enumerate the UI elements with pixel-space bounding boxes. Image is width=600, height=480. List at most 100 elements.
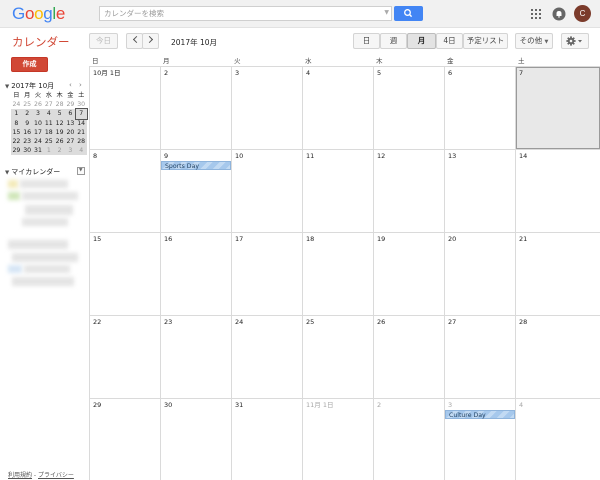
- mini-calendar-day[interactable]: 22: [11, 137, 22, 146]
- day-cell[interactable]: 10: [231, 149, 302, 232]
- day-number[interactable]: 4: [516, 399, 600, 410]
- mini-calendar-day[interactable]: 24: [11, 100, 22, 109]
- day-number[interactable]: 9: [161, 150, 231, 161]
- day-cell[interactable]: 11月 1日: [302, 398, 373, 480]
- mini-calendar-day[interactable]: 3: [65, 146, 76, 155]
- mini-calendar-day[interactable]: 21: [76, 128, 87, 137]
- day-cell[interactable]: 3: [231, 66, 302, 149]
- day-number[interactable]: 22: [90, 316, 160, 327]
- mini-next-month-icon[interactable]: ›: [79, 81, 82, 89]
- day-cell[interactable]: 20: [444, 232, 515, 315]
- mini-calendar-day[interactable]: 26: [33, 100, 44, 109]
- mini-calendar-day[interactable]: 19: [54, 128, 65, 137]
- day-number[interactable]: 24: [232, 316, 302, 327]
- day-cell[interactable]: 17: [231, 232, 302, 315]
- terms-link[interactable]: 利用規約: [8, 472, 32, 479]
- mini-calendar-day[interactable]: 14: [76, 119, 87, 128]
- next-period-button[interactable]: [142, 33, 159, 49]
- mini-calendar-day[interactable]: 8: [11, 119, 22, 128]
- mini-calendar-day[interactable]: 27: [65, 137, 76, 146]
- day-cell[interactable]: 13: [444, 149, 515, 232]
- mini-calendar-day[interactable]: 30: [22, 146, 33, 155]
- day-number[interactable]: 19: [374, 233, 444, 244]
- day-number[interactable]: 3: [232, 67, 302, 78]
- day-number[interactable]: 5: [374, 67, 444, 78]
- day-number[interactable]: 26: [374, 316, 444, 327]
- mini-calendar-day[interactable]: 18: [43, 128, 54, 137]
- mini-calendar-day[interactable]: 9: [22, 119, 33, 128]
- mini-calendar-day[interactable]: 30: [76, 100, 87, 109]
- day-number[interactable]: 10: [232, 150, 302, 161]
- day-cell[interactable]: 12: [373, 149, 444, 232]
- mini-calendar-day[interactable]: 2: [22, 109, 33, 118]
- day-cell[interactable]: 25: [302, 315, 373, 398]
- day-cell[interactable]: 29: [89, 398, 160, 480]
- previous-period-button[interactable]: [126, 33, 143, 49]
- account-avatar[interactable]: C: [574, 5, 591, 22]
- search-input[interactable]: [100, 7, 380, 20]
- search-button[interactable]: [394, 6, 423, 21]
- day-number[interactable]: 3: [445, 399, 515, 410]
- mini-calendar-day[interactable]: 2: [54, 146, 65, 155]
- day-cell[interactable]: 23: [160, 315, 231, 398]
- view-day-button[interactable]: 日: [353, 33, 380, 49]
- day-number[interactable]: 30: [161, 399, 231, 410]
- day-number[interactable]: 25: [303, 316, 373, 327]
- mini-calendar-day[interactable]: 13: [65, 119, 76, 128]
- mini-calendar-day[interactable]: 25: [22, 100, 33, 109]
- day-cell[interactable]: 2: [373, 398, 444, 480]
- day-number[interactable]: 14: [516, 150, 600, 161]
- event-chip[interactable]: Sports Day: [161, 161, 231, 170]
- mini-calendar-day[interactable]: 29: [65, 100, 76, 109]
- day-cell[interactable]: 15: [89, 232, 160, 315]
- mini-calendar-day[interactable]: 12: [54, 119, 65, 128]
- mini-calendar-day[interactable]: 3: [33, 109, 44, 118]
- day-number[interactable]: 2: [161, 67, 231, 78]
- day-number[interactable]: 29: [90, 399, 160, 410]
- mini-calendar-day[interactable]: 28: [76, 137, 87, 146]
- settings-button[interactable]: [561, 33, 589, 49]
- day-number[interactable]: 10月 1日: [90, 67, 160, 78]
- day-number[interactable]: 28: [516, 316, 600, 327]
- day-number[interactable]: 12: [374, 150, 444, 161]
- search-options-chevron-icon[interactable]: ▼: [384, 9, 389, 16]
- day-number[interactable]: 18: [303, 233, 373, 244]
- day-cell[interactable]: 26: [373, 315, 444, 398]
- day-cell[interactable]: 24: [231, 315, 302, 398]
- day-number[interactable]: 21: [516, 233, 600, 244]
- day-cell[interactable]: 2: [160, 66, 231, 149]
- mini-calendar-day[interactable]: 1: [43, 146, 54, 155]
- day-cell[interactable]: 7: [515, 66, 600, 149]
- mini-calendar-day[interactable]: 23: [22, 137, 33, 146]
- day-cell[interactable]: 6: [444, 66, 515, 149]
- view-4day-button[interactable]: 4日: [436, 33, 463, 49]
- mini-calendar-day[interactable]: 28: [54, 100, 65, 109]
- mini-calendar-day[interactable]: 25: [43, 137, 54, 146]
- day-cell[interactable]: 31: [231, 398, 302, 480]
- day-number[interactable]: 11: [303, 150, 373, 161]
- view-month-button[interactable]: 月: [407, 33, 436, 49]
- day-cell[interactable]: 14: [515, 149, 600, 232]
- my-calendars-header[interactable]: ▼ マイカレンダー: [5, 167, 60, 177]
- event-chip[interactable]: Culture Day: [445, 410, 515, 419]
- my-calendars-menu-button[interactable]: ▼: [77, 167, 85, 175]
- day-cell[interactable]: 30: [160, 398, 231, 480]
- day-cell[interactable]: 28: [515, 315, 600, 398]
- mini-calendar-day[interactable]: 6: [65, 109, 76, 118]
- view-week-button[interactable]: 週: [380, 33, 407, 49]
- mini-calendar-day[interactable]: 11: [43, 119, 54, 128]
- mini-calendar-day[interactable]: 27: [43, 100, 54, 109]
- day-cell[interactable]: 19: [373, 232, 444, 315]
- day-number[interactable]: 20: [445, 233, 515, 244]
- mini-calendar-day[interactable]: 16: [22, 128, 33, 137]
- mini-calendar-day[interactable]: 4: [43, 109, 54, 118]
- day-cell[interactable]: 4: [515, 398, 600, 480]
- mini-calendar-day[interactable]: 17: [33, 128, 44, 137]
- day-cell[interactable]: 22: [89, 315, 160, 398]
- day-cell[interactable]: 27: [444, 315, 515, 398]
- day-number[interactable]: 7: [516, 67, 600, 78]
- day-cell[interactable]: 11: [302, 149, 373, 232]
- day-number[interactable]: 23: [161, 316, 231, 327]
- mini-calendar-day[interactable]: 20: [65, 128, 76, 137]
- day-cell[interactable]: 18: [302, 232, 373, 315]
